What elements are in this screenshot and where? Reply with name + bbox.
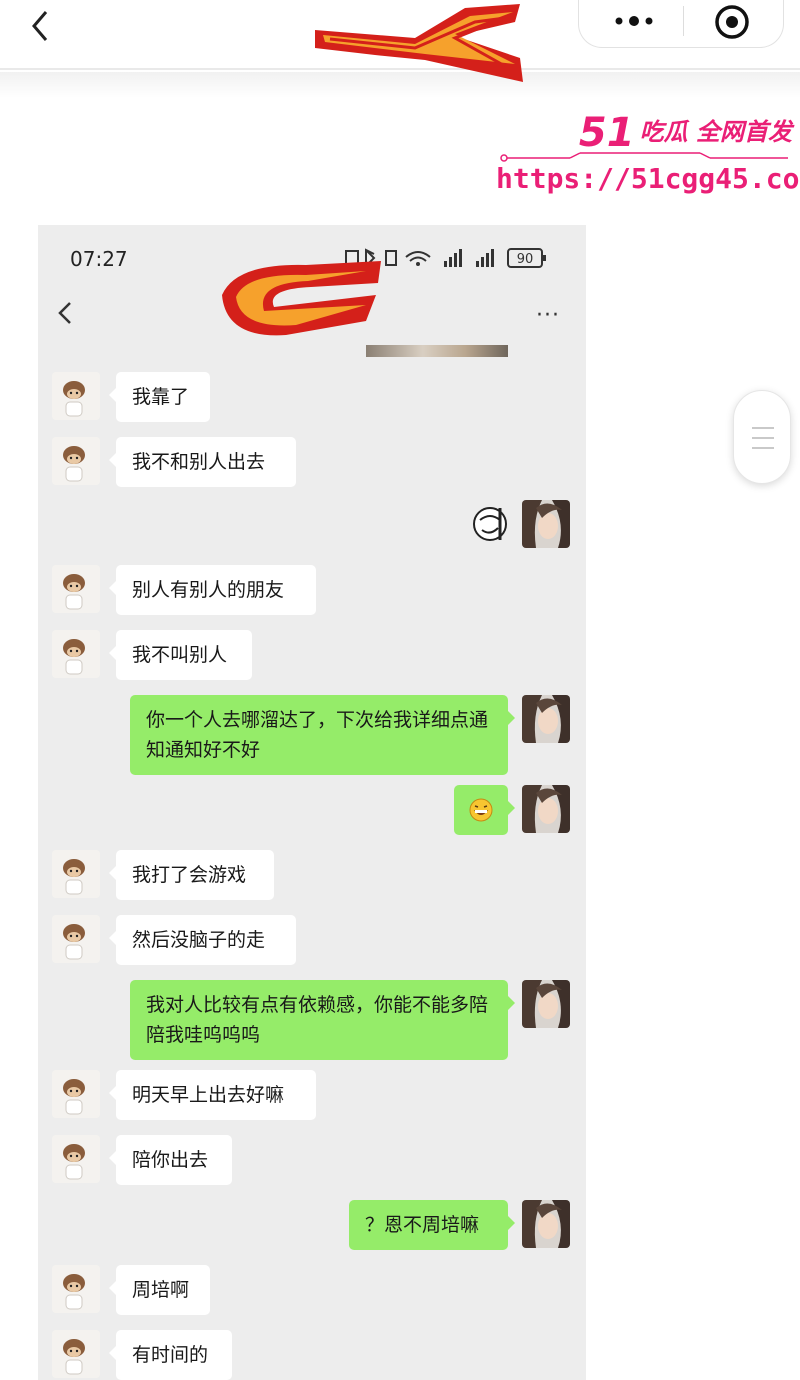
chat-screenshot: 07:27 90 ··· 我靠了我不和别人出去 别人有别人的朋友 我不叫别人你一个人… (38, 225, 586, 1380)
received-bubble[interactable]: 周培啊 (109, 1265, 210, 1315)
contact-avatar[interactable] (52, 1135, 100, 1183)
received-bubble[interactable]: 然后没脑子的走 (109, 915, 296, 965)
received-bubble[interactable]: 别人有别人的朋友 (109, 565, 316, 615)
contact-avatar[interactable] (52, 437, 100, 485)
sent-bubble[interactable]: 我对人比较有点有依赖感，你能不能多陪陪我哇呜呜呜 (130, 980, 515, 1060)
received-message: 我靠了 (38, 372, 586, 432)
back-chevron-icon[interactable] (22, 6, 62, 42)
received-message: 我不和别人出去 (38, 437, 586, 497)
app-root: 51 吃瓜 全网首发 https://51cgg45.com 07:27 90 (0, 0, 800, 1380)
received-message: 明天早上出去好嘛 (38, 1070, 586, 1130)
watermark-brand: 51 吃瓜 全网首发 (492, 110, 792, 156)
capsule-divider (683, 6, 684, 36)
contact-avatar[interactable] (52, 850, 100, 898)
contact-avatar[interactable] (52, 1330, 100, 1378)
more-dots-icon[interactable] (609, 10, 659, 32)
emoji-bubble[interactable] (454, 785, 515, 835)
face-sticker-icon[interactable] (470, 504, 510, 544)
grin-emoji-icon (469, 798, 493, 822)
received-bubble[interactable]: 我打了会游戏 (109, 850, 274, 900)
redaction-scribble (315, 4, 523, 82)
received-message: 有时间的 (38, 1330, 586, 1380)
received-message: 我打了会游戏 (38, 850, 586, 910)
sent-message (38, 785, 586, 845)
received-bubble[interactable]: 我不和别人出去 (109, 437, 296, 487)
received-bubble[interactable]: 明天早上出去好嘛 (109, 1070, 316, 1120)
received-bubble[interactable]: 陪你出去 (109, 1135, 232, 1185)
contact-avatar[interactable] (52, 915, 100, 963)
capsule-menu (578, 0, 784, 48)
chat-more-button[interactable]: ··· (536, 303, 560, 328)
watermark-slogan: 吃瓜 全网首发 (639, 118, 792, 146)
contact-avatar[interactable] (52, 565, 100, 613)
my-avatar[interactable] (522, 980, 570, 1028)
received-bubble[interactable]: 有时间的 (109, 1330, 232, 1380)
chat-title-scribble (222, 261, 381, 336)
my-avatar[interactable] (522, 695, 570, 743)
received-message: 陪你出去 (38, 1135, 586, 1195)
received-message: 我不叫别人 (38, 630, 586, 690)
battery-level: 90 (517, 252, 534, 267)
close-target-icon[interactable] (712, 2, 752, 42)
received-message: 周培啊 (38, 1265, 586, 1325)
sent-message: 我对人比较有点有依赖感，你能不能多陪陪我哇呜呜呜 (38, 980, 586, 1060)
received-bubble[interactable]: 我靠了 (109, 372, 210, 422)
received-message: 别人有别人的朋友 (38, 565, 586, 625)
watermark-url: https://51cgg45.com (496, 162, 800, 195)
sent-message: ？恩不周培嘛 (38, 1200, 586, 1260)
received-bubble[interactable]: 我不叫别人 (109, 630, 252, 680)
my-avatar[interactable] (522, 785, 570, 833)
contact-avatar[interactable] (52, 1070, 100, 1118)
floating-side-handle[interactable] (733, 390, 791, 484)
sent-message: 你一个人去哪溜达了，下次给我详细点通知通知好不好 (38, 695, 586, 775)
contact-avatar[interactable] (52, 372, 100, 420)
shared-image-fragment (366, 345, 508, 357)
watermark-number: 51 (578, 110, 635, 156)
my-avatar[interactable] (522, 500, 570, 548)
sent-bubble[interactable]: ？恩不周培嘛 (349, 1200, 515, 1250)
received-message: 然后没脑子的走 (38, 915, 586, 975)
contact-avatar[interactable] (52, 1265, 100, 1313)
sent-message (38, 500, 586, 560)
sent-bubble[interactable]: 你一个人去哪溜达了，下次给我详细点通知通知好不好 (130, 695, 515, 775)
my-avatar[interactable] (522, 1200, 570, 1248)
status-time: 07:27 (70, 247, 128, 271)
chat-back-icon[interactable] (54, 299, 76, 327)
contact-avatar[interactable] (52, 630, 100, 678)
